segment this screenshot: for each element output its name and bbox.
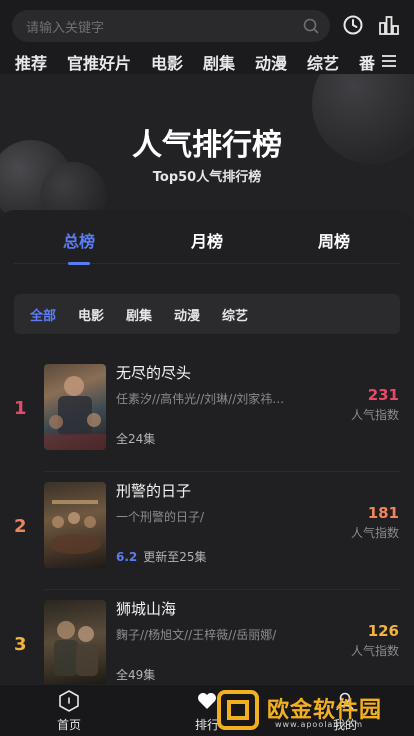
category-nav: 推荐 官推好片 电影 剧集 动漫 综艺 番: [0, 48, 414, 74]
nav-item-series[interactable]: 剧集: [203, 50, 235, 74]
watermark-url: www.apoolan.com: [275, 720, 364, 729]
nav-item-variety[interactable]: 综艺: [307, 50, 339, 74]
search-placeholder: 请输入关键字: [26, 21, 105, 36]
item-cast: 任素汐//高伟光//刘琳//刘家祎…: [116, 392, 285, 406]
filter-series[interactable]: 剧集: [126, 305, 152, 324]
tab-active-indicator: [68, 262, 90, 265]
heat-label: 人气指数: [350, 408, 399, 422]
item-episodes: 全24集: [116, 430, 155, 447]
item-episodes-text: 全24集: [116, 432, 156, 446]
home-icon: [59, 690, 79, 712]
poster-image[interactable]: [44, 364, 106, 450]
heat-value: 181: [367, 504, 399, 522]
rank-number: 3: [14, 634, 27, 655]
item-episodes: 全49集: [116, 666, 155, 683]
ranking-card: 总榜 月榜 周榜 全部 电影 剧集 动漫 综艺 1 无尽的尽头 任素汐//高伟光…: [0, 210, 414, 736]
heat-value: 231: [367, 386, 399, 404]
page-subtitle: Top50人气排行榜: [152, 170, 262, 185]
menu-icon[interactable]: [381, 54, 397, 68]
tab-monthly[interactable]: 月榜: [191, 228, 223, 252]
rank-number: 2: [14, 516, 27, 537]
list-item[interactable]: 2 刑警的日子 一个刑警的日子/ 6.2 更新至25集 181 人气指数: [0, 472, 414, 590]
watermark: 欧金软件园 www.apoolan.com: [215, 688, 411, 732]
nav-item-anime[interactable]: 动漫: [255, 50, 287, 74]
item-cast: 麴子//杨旭文//王梓薇//岳丽娜/: [116, 628, 277, 642]
filter-bar: 全部 电影 剧集 动漫 综艺: [14, 294, 400, 334]
bottom-nav-home[interactable]: 首页: [24, 685, 114, 736]
item-cast: 一个刑警的日子/: [116, 510, 205, 524]
item-title[interactable]: 刑警的日子: [116, 480, 191, 501]
poster-image[interactable]: [44, 600, 106, 686]
item-title[interactable]: 无尽的尽头: [116, 362, 191, 383]
history-icon[interactable]: [342, 14, 364, 36]
ranking-icon[interactable]: [378, 14, 400, 36]
heat-label: 人气指数: [350, 526, 399, 540]
nav-item-recommend[interactable]: 推荐: [15, 50, 47, 74]
heat-label: 人气指数: [350, 644, 399, 658]
nav-item-fan[interactable]: 番: [359, 50, 375, 74]
nav-item-official-picks[interactable]: 官推好片: [67, 50, 131, 74]
filter-movies[interactable]: 电影: [78, 305, 104, 324]
nav-item-movies[interactable]: 电影: [151, 50, 183, 74]
item-episodes: 6.2 更新至25集: [116, 548, 207, 565]
item-episodes-text: 全49集: [116, 668, 156, 682]
rank-number: 1: [14, 398, 27, 419]
search-input[interactable]: 请输入关键字: [12, 10, 330, 42]
poster-image[interactable]: [44, 482, 106, 568]
heat-value: 126: [367, 622, 399, 640]
item-episodes-text: 更新至25集: [143, 550, 207, 564]
item-score: 6.2: [116, 550, 138, 564]
filter-all[interactable]: 全部: [30, 305, 56, 324]
list-item[interactable]: 1 无尽的尽头 任素汐//高伟光//刘琳//刘家祎… 全24集 231 人气指数: [0, 354, 414, 472]
item-title[interactable]: 狮城山海: [116, 598, 176, 619]
search-icon[interactable]: [302, 17, 320, 35]
top-bar: 请输入关键字: [0, 0, 414, 48]
bottom-nav-home-label: 首页: [56, 718, 81, 732]
tab-overall[interactable]: 总榜: [63, 228, 95, 252]
page-title: 人气排行榜: [132, 128, 282, 163]
filter-variety[interactable]: 综艺: [222, 305, 248, 324]
filter-anime[interactable]: 动漫: [174, 305, 200, 324]
watermark-logo-icon: [217, 690, 259, 730]
tab-weekly[interactable]: 周榜: [318, 228, 350, 252]
